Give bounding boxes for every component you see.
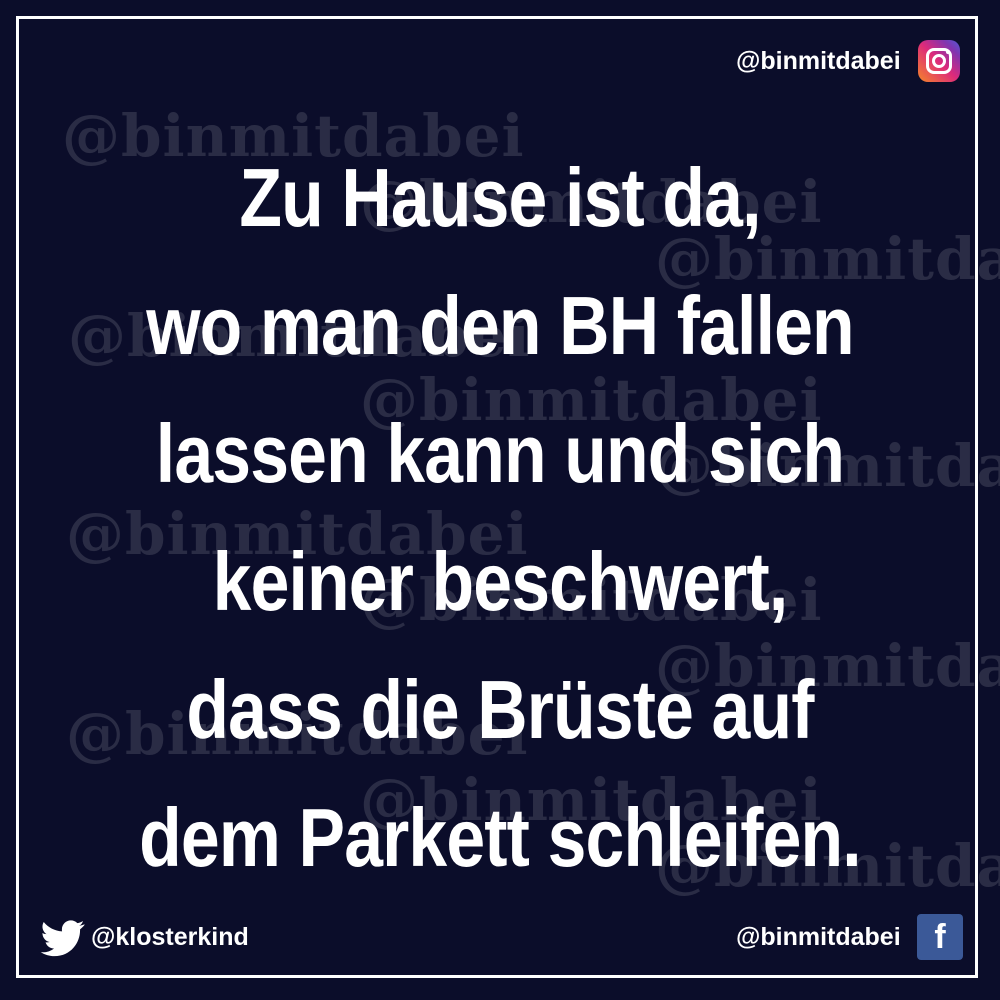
quote-text: Zu Hause ist da, wo man den BH fallen la… [40, 134, 960, 902]
quote-line: keiner beschwert, [212, 535, 789, 628]
quote-line: wo man den BH fallen [146, 279, 854, 372]
instagram-handle[interactable]: @binmitdabei [736, 47, 901, 76]
instagram-icon[interactable] [918, 40, 960, 82]
facebook-glyph: f [934, 918, 946, 956]
twitter-handle[interactable]: @klosterkind [91, 923, 249, 952]
quote-line: dass die Brüste auf [186, 663, 814, 756]
facebook-handle[interactable]: @binmitdabei [736, 923, 901, 952]
meme-canvas: @binmitdabei @binmitdabei @binmitdabei @… [0, 0, 1000, 1000]
quote-line: Zu Hause ist da, [239, 151, 761, 244]
quote-line: lassen kann und sich [155, 407, 845, 500]
quote-line: dem Parkett schleifen. [139, 791, 861, 884]
facebook-icon[interactable]: f [917, 914, 963, 960]
twitter-bird-icon[interactable] [38, 916, 88, 960]
